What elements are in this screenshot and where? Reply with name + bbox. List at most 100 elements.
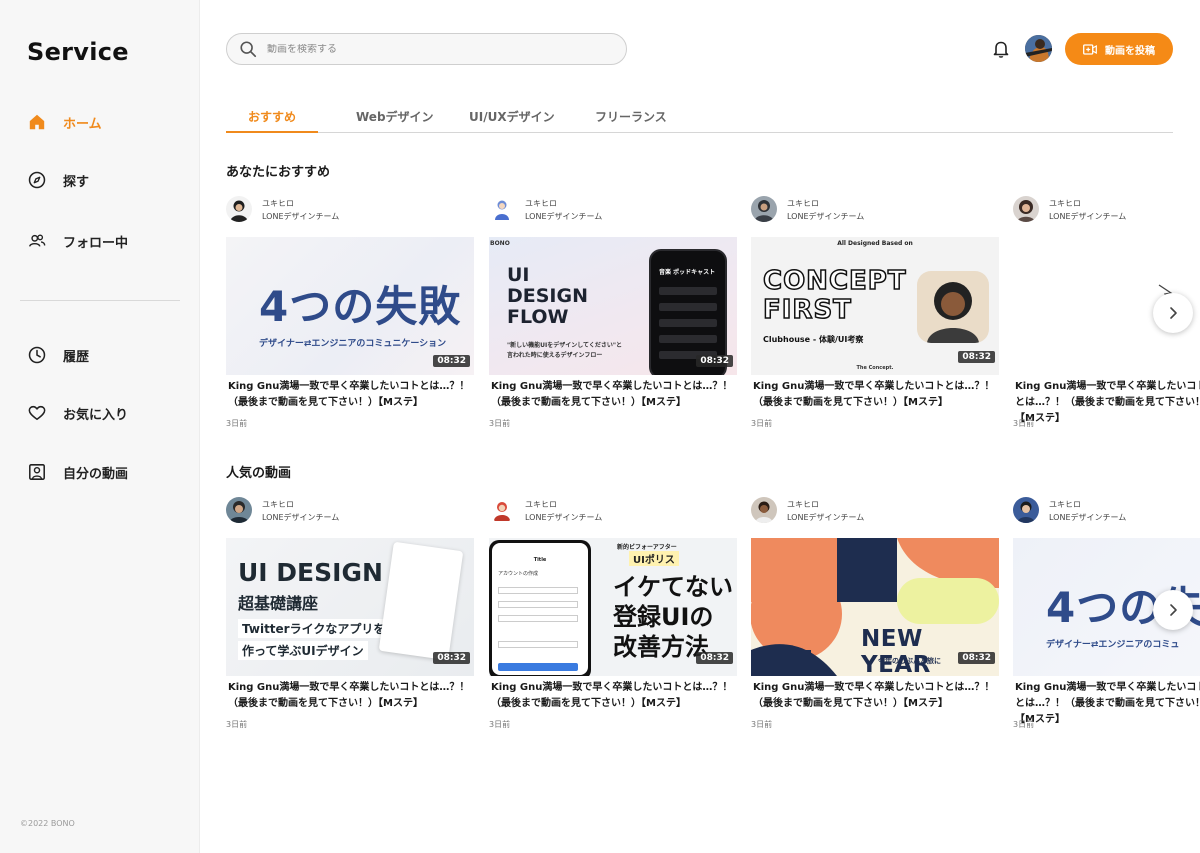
- author-team: LONEデザインチーム: [1049, 513, 1127, 522]
- phone-form-field: [498, 601, 578, 608]
- video-posted-time: 3日前: [1013, 419, 1035, 428]
- card-author[interactable]: ユキヒロ LONEデザインチーム: [226, 497, 474, 527]
- post-video-button[interactable]: 動画を投稿: [1065, 33, 1173, 65]
- video-title[interactable]: King Gnu満場一致で早く卒業したいコトとは…？！（最後まで動画を見て下さい…: [491, 379, 741, 411]
- video-thumbnail[interactable]: All Designed Based on CONCEPT FIRST Club…: [751, 237, 999, 375]
- user-avatar[interactable]: [1025, 35, 1052, 62]
- sidebar-item-label: ホーム: [63, 116, 102, 132]
- tab-web-design[interactable]: Webデザイン: [356, 108, 434, 125]
- video-card[interactable]: ユキヒロ LONEデザインチーム All Designed Based on C…: [751, 196, 999, 436]
- card-author[interactable]: ユキヒロ LONEデザインチーム: [1013, 497, 1200, 527]
- sidebar: Service ホーム 探す フォロー中 履歴 お気に入り 自分の動画 ©202…: [0, 0, 200, 853]
- video-title[interactable]: King Gnu満場一致で早く卒業したいコトとは…？！（最後まで動画を見て下さい…: [753, 379, 1003, 411]
- phone-screen: Title アカウントの作成: [492, 543, 588, 675]
- sidebar-item-my-videos[interactable]: 自分の動画: [27, 460, 128, 484]
- video-thumbnail[interactable]: 4つの失敗 デザイナー⇄エンジニアのコミュニケーション 08:32: [226, 237, 474, 375]
- card-author[interactable]: ユキヒロ LONEデザインチーム: [226, 196, 474, 226]
- author-avatar[interactable]: [226, 497, 252, 523]
- video-posted-time: 3日前: [751, 720, 773, 729]
- video-title[interactable]: King Gnu満場一致で早く卒業したいコトとは…？！（最後まで動画を見て下さい…: [491, 680, 741, 712]
- author-avatar[interactable]: [489, 196, 515, 222]
- thumbnail-badge: UIポリス: [629, 551, 679, 566]
- user-square-icon: [27, 462, 47, 482]
- video-title[interactable]: King Gnu満場一致で早く卒業したいコトとは…？！（最後まで動画を見て下さい…: [1015, 379, 1200, 427]
- phone-mockup: Title アカウントの作成: [489, 540, 591, 676]
- tab-recommended[interactable]: おすすめ: [248, 108, 296, 125]
- search-bar[interactable]: [226, 33, 627, 65]
- author-team: LONEデザインチーム: [525, 212, 603, 221]
- card-author[interactable]: ユキヒロ LONEデザインチーム: [489, 196, 737, 226]
- sidebar-item-home[interactable]: ホーム: [27, 110, 102, 134]
- video-card[interactable]: ユキヒロ LONEデザインチーム BONO UI DESIGN FLOW "新し…: [489, 196, 737, 436]
- video-title[interactable]: King Gnu満場一致で早く卒業したいコトとは…？！（最後まで動画を見て下さい…: [753, 680, 1003, 712]
- notification-bell-icon[interactable]: [991, 39, 1011, 59]
- author-avatar[interactable]: [751, 497, 777, 523]
- video-thumbnail[interactable]: NEW YEAR 今年のじぶんと旅に 08:32: [751, 538, 999, 676]
- card-author[interactable]: ユキヒロ LONEデザインチーム: [489, 497, 737, 527]
- thumbnail-portrait: [917, 271, 989, 343]
- video-posted-time: 3日前: [226, 720, 248, 729]
- sidebar-item-history[interactable]: 履歴: [27, 343, 89, 367]
- thumbnail-sub-line: 言われた時に使えるデザインフロー: [507, 352, 603, 359]
- sidebar-item-following[interactable]: フォロー中: [27, 229, 128, 253]
- video-thumbnail[interactable]: Title アカウントの作成 新的ビフォーアフター UIポリス イケてない 登録…: [489, 538, 737, 676]
- thumbnail-subtitle: 今年のじぶんと旅に: [878, 657, 941, 665]
- section-title-popular: 人気の動画: [226, 466, 292, 481]
- author-avatar[interactable]: [1013, 497, 1039, 523]
- thumbnail-sub-line: "新しい機能UIをデザインしてください"と: [507, 342, 622, 349]
- compass-icon: [27, 170, 47, 190]
- thumbnail-badge-caption: 新的ビフォーアフター: [617, 544, 677, 551]
- author-team: LONEデザインチーム: [1049, 212, 1127, 221]
- author-name: ユキヒロ: [1049, 500, 1081, 509]
- search-input[interactable]: [267, 43, 597, 55]
- video-posted-time: 3日前: [226, 419, 248, 428]
- thumbnail-line: FLOW: [507, 306, 569, 328]
- video-title[interactable]: King Gnu満場一致で早く卒業したいコトとは…？！（最後まで動画を見て下さい…: [1015, 680, 1200, 728]
- app-logo[interactable]: Service: [27, 38, 129, 66]
- sidebar-item-explore[interactable]: 探す: [27, 168, 89, 192]
- video-posted-time: 3日前: [489, 419, 511, 428]
- card-author[interactable]: ユキヒロ LONEデザインチーム: [1013, 196, 1200, 226]
- tab-uiux-design[interactable]: UI/UXデザイン: [469, 108, 555, 125]
- video-duration: 08:32: [958, 351, 995, 363]
- thumbnail-top-caption: All Designed Based on: [837, 240, 913, 247]
- video-card[interactable]: ユキヒロ LONEデザインチーム UI DESIGN 超基礎講座 Twitter…: [226, 497, 474, 737]
- copyright: ©2022 BONO: [20, 819, 75, 828]
- thumbnail-headline: CONCEPT FIRST: [762, 266, 907, 326]
- thumbnail-subtitle: Clubhouse - 体験/UI考察: [763, 335, 864, 344]
- phone-row: [659, 319, 717, 327]
- video-card[interactable]: ユキヒロ LONEデザインチーム Title アカウントの作成 新的ビフォーアフ…: [489, 497, 737, 737]
- thumbnail-line: UI: [507, 264, 530, 286]
- carousel-next-button[interactable]: [1153, 293, 1193, 333]
- tab-freelance[interactable]: フリーランス: [595, 108, 667, 125]
- author-avatar[interactable]: [226, 196, 252, 222]
- video-card[interactable]: ユキヒロ LONEデザインチーム NEW YEAR 今年のじぶんと旅に 08:3…: [751, 497, 999, 737]
- video-title[interactable]: King Gnu満場一致で早く卒業したいコトとは…？！（最後まで動画を見て下さい…: [228, 379, 478, 411]
- sidebar-item-label: 自分の動画: [63, 466, 129, 482]
- thumbnail-line: FIRST: [762, 295, 852, 326]
- card-author[interactable]: ユキヒロ LONEデザインチーム: [751, 497, 999, 527]
- author-avatar[interactable]: [751, 196, 777, 222]
- phone-form-field: [498, 641, 578, 648]
- video-thumbnail[interactable]: BONO UI DESIGN FLOW "新しい機能UIをデザインしてください"…: [489, 237, 737, 375]
- video-title[interactable]: King Gnu満場一致で早く卒業したいコトとは…？！（最後まで動画を見て下さい…: [228, 680, 478, 712]
- author-name: ユキヒロ: [525, 500, 557, 509]
- phone-row: [659, 303, 717, 311]
- sidebar-item-favorites[interactable]: お気に入り: [27, 401, 128, 425]
- author-avatar[interactable]: [489, 497, 515, 523]
- thumbnail-bottom-caption: The Concept.: [856, 365, 894, 371]
- thumbnail-caption: Twitterライクなアプリを: [238, 619, 390, 638]
- author-team: LONEデザインチーム: [787, 212, 865, 221]
- thumbnail-subtitle: 超基礎講座: [238, 594, 319, 613]
- thumbnail-line: 登録UIの: [613, 603, 714, 631]
- card-author[interactable]: ユキヒロ LONEデザインチーム: [751, 196, 999, 226]
- phone-heading: アカウントの作成: [498, 571, 539, 577]
- carousel-next-button[interactable]: [1153, 590, 1193, 630]
- author-team: LONEデザインチーム: [262, 212, 340, 221]
- phone-mockup: [378, 541, 464, 661]
- chevron-right-icon: [1166, 603, 1180, 617]
- video-thumbnail[interactable]: UI DESIGN 超基礎講座 Twitterライクなアプリを 作って学ぶUIデ…: [226, 538, 474, 676]
- video-card[interactable]: ユキヒロ LONEデザインチーム 4つの失敗 デザイナー⇄エンジニアのコミュニケ…: [226, 196, 474, 436]
- search-icon: [239, 40, 257, 58]
- author-avatar[interactable]: [1013, 196, 1039, 222]
